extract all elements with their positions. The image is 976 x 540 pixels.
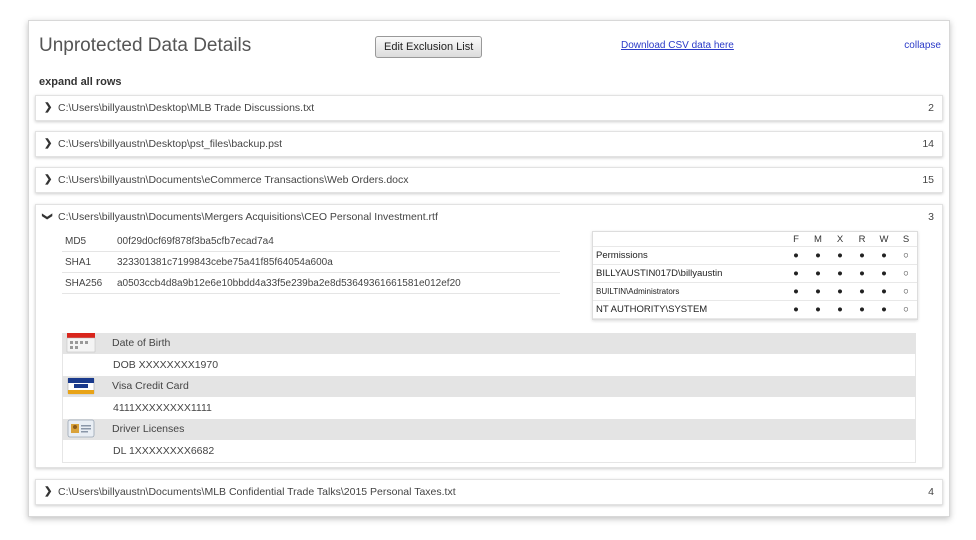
pii-label: Visa Credit Card (112, 380, 189, 392)
hash-key: SHA256 (62, 272, 114, 294)
perm-mark: ● (851, 300, 873, 319)
pii-value-row: DL 1XXXXXXXX6682 (62, 440, 916, 463)
perm-mark: ● (807, 282, 829, 301)
edit-exclusion-list-button[interactable]: Edit Exclusion List (375, 36, 483, 58)
pii-value: 4111XXXXXXXX1111 (113, 402, 212, 414)
download-csv-link[interactable]: Download CSV data here (621, 40, 734, 51)
perm-mark: ● (829, 282, 851, 301)
panel-title: Unprotected Data Details (39, 35, 252, 56)
perm-mark: ● (785, 246, 807, 265)
perm-mark: ○ (895, 246, 917, 265)
perm-principal: NT AUTHORITY\SYSTEM (593, 300, 785, 319)
permissions-table: F M X R W S Permissions ● ● ● ● ● ○ BILL… (592, 231, 918, 320)
perm-principal: BILLYAUSTIN017D\billyaustin (593, 264, 785, 283)
hash-key: MD5 (62, 231, 114, 252)
pii-value: DOB XXXXXXXX1970 (113, 359, 219, 371)
hash-table: MD5 00f29d0cf69f878f3ba5cfb7ecad7a4 SHA1… (62, 231, 560, 294)
perm-col-header: X (829, 232, 851, 247)
hash-value: 00f29d0cf69f878f3ba5cfb7ecad7a4 (114, 231, 560, 252)
perm-principal: Permissions (593, 246, 785, 265)
pii-value-row: 4111XXXXXXXX1111 (62, 397, 916, 419)
pii-label: Driver Licenses (112, 423, 185, 435)
pii-label-row: Date of Birth (62, 333, 916, 354)
perm-mark: ● (873, 246, 895, 265)
perm-mark: ● (829, 246, 851, 265)
panel-header: Unprotected Data Details Edit Exclusion … (29, 21, 949, 71)
perm-col-header: R (851, 232, 873, 247)
perm-mark: ● (873, 264, 895, 283)
perm-mark: ● (873, 300, 895, 319)
pii-value-row: DOB XXXXXXXX1970 (62, 354, 916, 376)
table-row: BUILTIN\Administrators ● ● ● ● ● ○ (593, 282, 917, 301)
perm-mark: ● (785, 282, 807, 301)
perm-mark: ● (785, 300, 807, 319)
hash-key: SHA1 (62, 251, 114, 273)
file-path: C:\Users\billyaustn\Documents\eCommerce … (58, 174, 409, 186)
perm-col-header: M (807, 232, 829, 247)
perm-mark: ● (807, 264, 829, 283)
perm-mark: ● (851, 264, 873, 283)
file-path: C:\Users\billyaustn\Documents\MLB Confid… (58, 486, 456, 498)
pii-label-row: Driver Licenses (62, 419, 916, 440)
file-row[interactable]: ❯ C:\Users\billyaustn\Desktop\MLB Trade … (35, 95, 943, 121)
perm-mark: ● (807, 300, 829, 319)
perm-mark: ● (851, 282, 873, 301)
hash-value: 323301381c7199843cebe75a41f85f64054a600a (114, 251, 560, 273)
table-row: Permissions ● ● ● ● ● ○ (593, 246, 917, 265)
perm-mark: ● (807, 246, 829, 265)
perm-mark: ● (829, 300, 851, 319)
perm-mark: ○ (895, 264, 917, 283)
pii-label-row: Visa Credit Card (62, 376, 916, 397)
file-row[interactable]: ❯ C:\Users\billyaustn\Documents\eCommerc… (35, 167, 943, 193)
pii-value: DL 1XXXXXXXX6682 (113, 445, 215, 457)
permissions-header-row: F M X R W S (593, 232, 917, 247)
visa-card-icon (66, 374, 96, 396)
chevron-down-icon[interactable]: ❯ (42, 212, 53, 220)
expanded-file-row: ❯ C:\Users\billyaustn\Documents\Mergers … (35, 204, 943, 468)
hash-value: a0503ccb4d8a9b12e6e10bbdd4a33f5e239ba2e8… (114, 272, 560, 294)
file-path: C:\Users\billyaustn\Desktop\MLB Trade Di… (58, 102, 315, 114)
perm-mark: ○ (895, 300, 917, 319)
perm-mark: ● (785, 264, 807, 283)
expand-all-rows-link[interactable]: expand all rows (39, 76, 122, 88)
calendar-icon (66, 331, 96, 353)
file-row[interactable]: ❯ C:\Users\billyaustn\Desktop\pst_files\… (35, 131, 943, 157)
perm-col-header: W (873, 232, 895, 247)
file-path: C:\Users\billyaustn\Documents\Mergers Ac… (58, 211, 438, 223)
table-row: BILLYAUSTIN017D\billyaustin ● ● ● ● ● ○ (593, 264, 917, 283)
file-count: 3 (928, 211, 934, 223)
perm-mark: ● (851, 246, 873, 265)
id-card-icon (66, 417, 96, 439)
perm-mark: ● (873, 282, 895, 301)
chevron-right-icon[interactable]: ❯ (44, 486, 52, 497)
chevron-right-icon[interactable]: ❯ (44, 174, 52, 185)
file-row[interactable]: ❯ C:\Users\billyaustn\Documents\MLB Conf… (35, 479, 943, 505)
file-count: 2 (928, 102, 934, 114)
table-row: NT AUTHORITY\SYSTEM ● ● ● ● ● ○ (593, 300, 917, 319)
perm-mark: ● (829, 264, 851, 283)
perm-principal: BUILTIN\Administrators (593, 282, 785, 301)
table-row: SHA1 323301381c7199843cebe75a41f85f64054… (62, 251, 560, 273)
table-row: SHA256 a0503ccb4d8a9b12e6e10bbdd4a33f5e2… (62, 272, 560, 294)
file-count: 4 (928, 486, 934, 498)
file-count: 14 (922, 138, 934, 150)
file-count: 15 (922, 174, 934, 186)
chevron-right-icon[interactable]: ❯ (44, 138, 52, 149)
perm-col-header: S (895, 232, 917, 247)
pii-label: Date of Birth (112, 337, 171, 349)
chevron-right-icon[interactable]: ❯ (44, 102, 52, 113)
unprotected-data-panel: Unprotected Data Details Edit Exclusion … (28, 20, 950, 517)
table-row: MD5 00f29d0cf69f878f3ba5cfb7ecad7a4 (62, 231, 560, 252)
file-path: C:\Users\billyaustn\Desktop\pst_files\ba… (58, 138, 283, 150)
perm-col-header: F (785, 232, 807, 247)
perm-mark: ○ (895, 282, 917, 301)
collapse-link[interactable]: collapse (904, 40, 941, 51)
pii-list: Date of Birth DOB XXXXXXXX1970 Visa Cred… (62, 333, 916, 463)
